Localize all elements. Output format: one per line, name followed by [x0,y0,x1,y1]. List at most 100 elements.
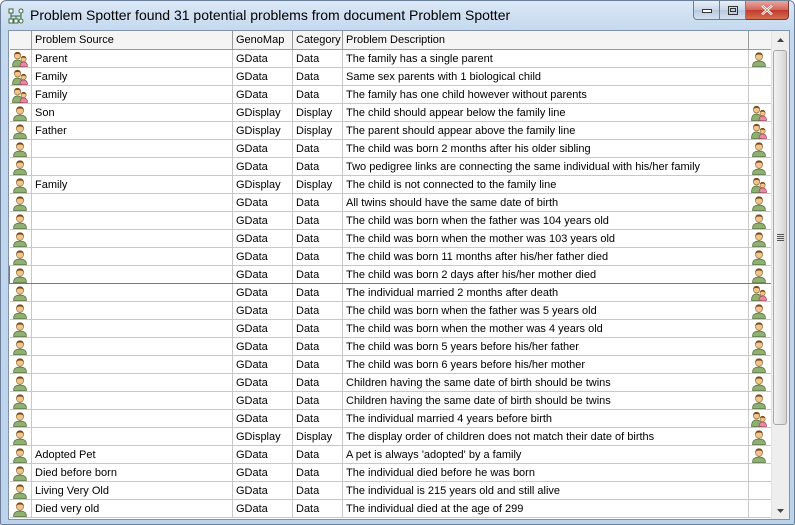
table-row[interactable]: Died before born GData Data The individu… [9,463,772,482]
table-row[interactable]: GData Data All twins should have the sam… [9,193,772,212]
table-row[interactable]: Family GData Data Same sex parents with … [9,67,772,86]
source-icon-cell [9,481,32,500]
genomap-cell: GData [232,67,293,86]
category-cell: Data [292,211,343,230]
person-icon [12,411,27,427]
table-row[interactable]: GDisplay Display The display order of ch… [9,427,772,446]
table-row[interactable]: Died very old GData Data The individual … [9,499,772,518]
genomap-cell: GData [232,463,293,482]
category-cell: Display [292,103,343,122]
source-icon-cell [9,67,32,86]
close-button[interactable] [746,1,789,20]
source-icon-cell [9,445,32,464]
genomap-cell: GDisplay [232,121,293,140]
category-cell: Data [292,193,343,212]
column-header-icon[interactable] [9,31,32,50]
source-icon-cell [9,373,32,392]
target-icon-cell [748,391,772,410]
family-icon [751,177,767,193]
title-bar[interactable]: Problem Spotter found 31 potential probl… [1,1,794,31]
person-icon [12,483,27,499]
problem-description-cell: The child was born 6 years before his/he… [342,355,749,374]
genomap-cell: GDisplay [232,175,293,194]
category-cell: Data [292,355,343,374]
table-row[interactable]: Family GData Data The family has one chi… [9,85,772,104]
problem-description-cell: The child was born 5 years before his/he… [342,337,749,356]
pedigree-icon [8,8,24,24]
table-row[interactable]: GData Data Children having the same date… [9,373,772,392]
problem-source-cell [31,193,233,212]
problems-table: Problem Source GenoMap Category Problem … [9,31,772,518]
table-row[interactable]: GData Data The child was born 2 days aft… [9,265,772,284]
problem-description-cell: The family has a single parent [342,49,749,68]
table-row[interactable]: GData Data The child was born when the f… [9,211,772,230]
genomap-cell: GData [232,337,293,356]
table-row[interactable]: Parent GData Data The family has a singl… [9,49,772,68]
genomap-cell: GData [232,247,293,266]
problem-description-cell: The child was born 2 days after his/her … [342,265,749,284]
table-row[interactable]: Living Very Old GData Data The individua… [9,481,772,500]
problem-spotter-window: Problem Spotter found 31 potential probl… [0,0,795,525]
problem-description-cell: The child was born when the father was 1… [342,211,749,230]
source-icon-cell [9,283,32,302]
column-header-genomap[interactable]: GenoMap [232,31,293,50]
table-row[interactable]: GData Data The child was born 11 months … [9,247,772,266]
person-icon [12,357,27,373]
table-row[interactable]: Family GDisplay Display The child is not… [9,175,772,194]
person-icon [12,393,27,409]
scrollbar-thumb[interactable] [773,50,787,425]
source-icon-cell [9,391,32,410]
source-icon-cell [9,139,32,158]
table-row[interactable]: GData Data The child was born when the m… [9,319,772,338]
family-icon [751,105,767,121]
person-icon [752,429,766,445]
scroll-down-button[interactable] [772,502,789,519]
problem-source-cell [31,427,233,446]
column-header-problem-description[interactable]: Problem Description [342,31,749,50]
person-icon [12,213,27,229]
category-cell: Data [292,301,343,320]
person-icon [12,465,27,481]
table-row[interactable]: GData Data The individual married 2 mont… [9,283,772,302]
scroll-up-button[interactable] [772,31,789,48]
person-icon [12,447,27,463]
problem-source-cell [31,355,233,374]
table-row[interactable]: GData Data The individual married 4 year… [9,409,772,428]
source-icon-cell [9,319,32,338]
column-header-problem-source[interactable]: Problem Source [31,31,233,50]
category-cell: Data [292,463,343,482]
problem-source-cell [31,247,233,266]
problem-description-cell: Children having the same date of birth s… [342,391,749,410]
table-row[interactable]: Son GDisplay Display The child should ap… [9,103,772,122]
table-row[interactable]: GData Data The child was born 2 months a… [9,139,772,158]
maximize-button[interactable] [720,1,746,20]
person-icon [752,231,766,247]
table-row[interactable]: GData Data Children having the same date… [9,391,772,410]
person-icon [12,303,27,319]
vertical-scrollbar[interactable] [771,31,789,519]
table-row[interactable]: GData Data The child was born when the f… [9,301,772,320]
genomap-cell: GData [232,301,293,320]
table-row[interactable]: GData Data The child was born when the m… [9,229,772,248]
genomap-cell: GData [232,139,293,158]
problem-description-cell: The child was born when the father was 5… [342,301,749,320]
problem-source-cell [31,157,233,176]
genomap-cell: GData [232,157,293,176]
family-icon [11,51,28,67]
genomap-cell: GData [232,211,293,230]
table-row[interactable]: Father GDisplay Display The parent shoul… [9,121,772,140]
person-icon [12,105,27,121]
column-header-category[interactable]: Category [292,31,343,50]
problem-source-cell: Adopted Pet [31,445,233,464]
column-header-target[interactable] [748,31,772,50]
table-row[interactable]: GData Data The child was born 5 years be… [9,337,772,356]
table-row[interactable]: GData Data Two pedigree links are connec… [9,157,772,176]
person-icon [12,159,27,175]
person-icon [12,177,27,193]
table-row[interactable]: Adopted Pet GData Data A pet is always '… [9,445,772,464]
problem-description-cell: The child should appear below the family… [342,103,749,122]
minimize-button[interactable] [693,1,720,20]
source-icon-cell [9,355,32,374]
table-row[interactable]: GData Data The child was born 6 years be… [9,355,772,374]
source-icon-cell [9,49,32,68]
